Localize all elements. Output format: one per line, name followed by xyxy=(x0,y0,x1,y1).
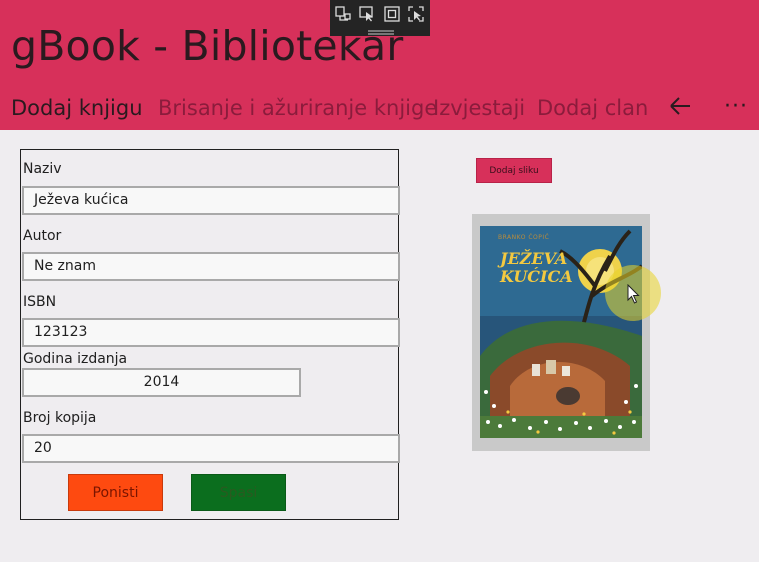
select-element-icon[interactable] xyxy=(359,6,375,22)
live-visual-tree-icon[interactable] xyxy=(335,6,351,22)
isbn-label: ISBN xyxy=(23,294,57,310)
cover-author-text: BRANKO ĆOPIĆ xyxy=(498,234,550,241)
autor-field[interactable]: Ne znam xyxy=(22,252,400,281)
nav-item-izvjestaji[interactable]: Izvjestaji xyxy=(433,96,525,120)
navigation-bar: Dodaj knjigu Brisanje i ažuriranje knjig… xyxy=(0,92,759,128)
debug-toolbar xyxy=(330,0,430,36)
cover-title-line-2: KUĆICA xyxy=(500,267,573,286)
cover-illustration: BRANKO ĆOPIĆ JEŽEVA KUĆICA xyxy=(480,226,642,438)
nav-item-dodaj-knjigu[interactable]: Dodaj knjigu xyxy=(11,96,143,120)
more-options-button[interactable]: ··· xyxy=(724,94,748,119)
isbn-field[interactable]: 123123 xyxy=(22,318,400,347)
cover-title-text: JEŽEVA KUĆICA xyxy=(500,250,573,286)
add-image-button[interactable]: Dodaj sliku xyxy=(476,158,552,183)
display-layout-adorners-icon[interactable] xyxy=(384,6,400,22)
mouse-pointer-icon xyxy=(627,284,640,304)
reset-button[interactable]: Ponisti xyxy=(68,474,163,511)
arrow-left-icon[interactable] xyxy=(668,92,694,120)
toolbar-grip-line xyxy=(368,33,394,35)
book-form: Naziv Ježeva kućica Autor Ne znam ISBN 1… xyxy=(20,149,400,520)
cover-title-line-1: JEŽEVA xyxy=(500,249,568,268)
book-cover-image: BRANKO ĆOPIĆ JEŽEVA KUĆICA xyxy=(472,214,650,451)
nav-item-brisanje[interactable]: Brisanje i ažuriranje knjige xyxy=(158,96,437,120)
nav-item-dodaj-clana[interactable]: Dodaj clana xyxy=(537,96,649,120)
autor-label: Autor xyxy=(23,228,62,244)
broj-kopija-field[interactable]: 20 xyxy=(22,434,400,463)
naziv-field[interactable]: Ježeva kućica xyxy=(22,186,400,215)
godina-izdanja-label: Godina izdanja xyxy=(23,351,128,367)
naziv-label: Naziv xyxy=(23,161,62,177)
toolbar-grip[interactable] xyxy=(368,30,394,32)
save-button[interactable]: Spasi xyxy=(191,474,286,511)
broj-kopija-label: Broj kopija xyxy=(23,410,97,426)
godina-izdanja-field[interactable]: 2014 xyxy=(22,368,301,397)
track-focus-icon[interactable] xyxy=(408,6,424,22)
